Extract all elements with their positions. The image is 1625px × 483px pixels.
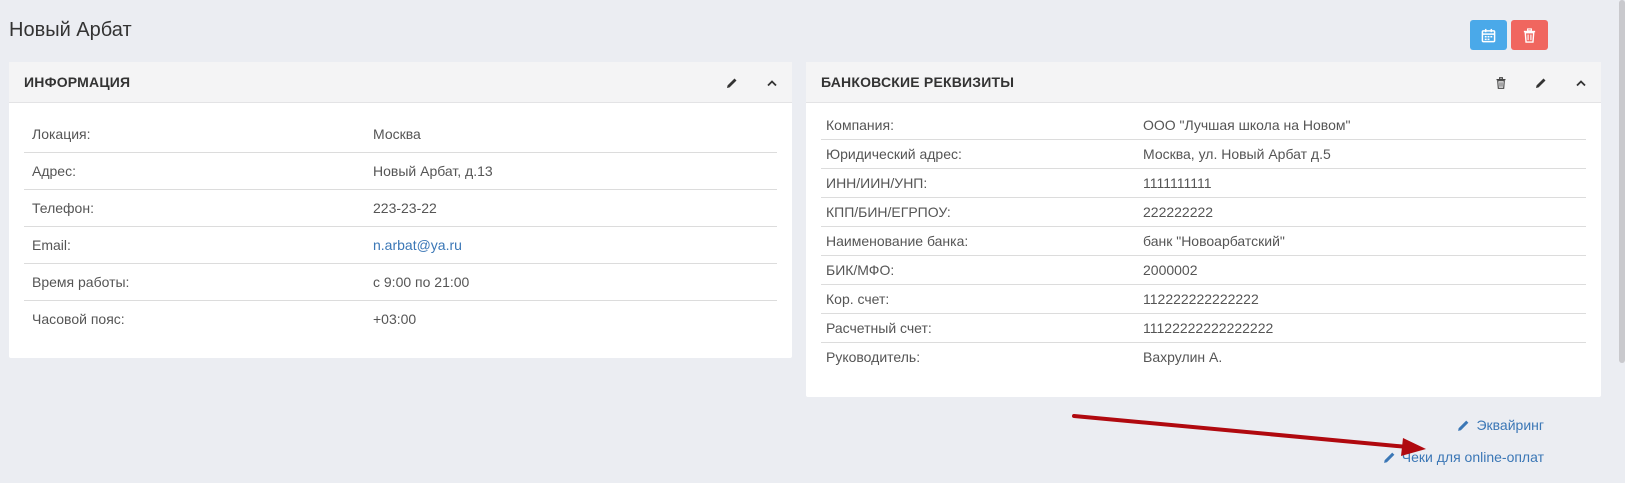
row-label: Юридический адрес: xyxy=(826,146,962,162)
row-label: Локация: xyxy=(32,125,91,142)
online-receipts-link[interactable]: Чеки для online-оплат xyxy=(1383,446,1544,468)
row-label: Наименование банка: xyxy=(826,233,969,249)
bank-row-legal-address: Юридический адрес: Москва, ул. Новый Арб… xyxy=(821,139,1586,168)
info-row-hours: Время работы: с 9:00 по 21:00 xyxy=(24,263,777,300)
page-actions xyxy=(1470,20,1548,50)
row-label: ИНН/ИИН/УНП: xyxy=(826,175,928,191)
calendar-button[interactable] xyxy=(1470,20,1507,50)
row-value: +03:00 xyxy=(373,311,417,327)
bank-row-bik: БИК/МФО: 2000002 xyxy=(821,255,1586,284)
pencil-icon xyxy=(727,78,737,88)
info-row-location: Локация: Москва xyxy=(24,115,777,152)
row-value: Москва xyxy=(373,125,421,142)
info-row-address: Адрес: Новый Арбат, д.13 xyxy=(24,152,777,189)
pencil-icon xyxy=(1383,452,1395,463)
delete-bank-button[interactable] xyxy=(1491,73,1511,93)
email-link[interactable]: n.arbat@ya.ru xyxy=(373,237,462,253)
bank-row-settlement-account: Расчетный счет: 11122222222222222 xyxy=(821,313,1586,342)
row-label: БИК/МФО: xyxy=(826,262,895,278)
row-value: 223-23-22 xyxy=(373,200,437,216)
pencil-icon xyxy=(1536,78,1546,88)
collapse-info-button[interactable] xyxy=(762,73,782,93)
row-value: ООО "Лучшая школа на Новом" xyxy=(1143,116,1351,133)
row-label: Время работы: xyxy=(32,274,130,290)
pencil-icon xyxy=(1458,420,1469,431)
bank-row-director: Руководитель: Вахрулин А. xyxy=(821,342,1586,371)
info-row-timezone: Часовой пояс: +03:00 xyxy=(24,300,777,337)
row-label: КПП/БИН/ЕГРПОУ: xyxy=(826,204,951,220)
row-label: Кор. счет: xyxy=(826,291,890,307)
page-title: Новый Арбат xyxy=(9,19,132,41)
page-scrollbar[interactable] xyxy=(1619,0,1625,363)
row-value: 112222222222222 xyxy=(1143,291,1259,307)
bank-panel-header: БАНКОВСКИЕ РЕКВИЗИТЫ xyxy=(806,62,1601,103)
info-panel-header: ИНФОРМАЦИЯ xyxy=(9,62,792,103)
info-panel: ИНФОРМАЦИЯ Локация: Москва Адрес: Новый … xyxy=(9,62,792,358)
row-value: Москва, ул. Новый Арбат д.5 xyxy=(1143,146,1331,162)
row-value: 1111111111 xyxy=(1143,175,1212,191)
row-label: Адрес: xyxy=(32,163,76,179)
trash-icon xyxy=(1523,27,1536,43)
chevron-up-icon xyxy=(1576,79,1586,86)
bank-panel: БАНКОВСКИЕ РЕКВИЗИТЫ Компания: ООО "Лучш… xyxy=(806,62,1601,397)
row-label: Компания: xyxy=(826,116,894,133)
info-row-email: Email: n.arbat@ya.ru xyxy=(24,226,777,263)
row-value: 222222222 xyxy=(1143,204,1214,220)
acquiring-link-label: Эквайринг xyxy=(1476,417,1544,433)
info-rows: Локация: Москва Адрес: Новый Арбат, д.13… xyxy=(9,103,792,337)
row-label: Руководитель: xyxy=(826,349,921,365)
edit-info-button[interactable] xyxy=(722,73,742,93)
row-label: Email: xyxy=(32,237,71,253)
row-label: Телефон: xyxy=(32,200,94,216)
row-value: банк "Новоарбатский" xyxy=(1143,233,1285,249)
row-value: 11122222222222222 xyxy=(1143,320,1274,336)
collapse-bank-button[interactable] xyxy=(1571,73,1591,93)
row-value: 2000002 xyxy=(1143,262,1198,278)
chevron-up-icon xyxy=(767,79,777,86)
online-receipts-link-label: Чеки для online-оплат xyxy=(1401,449,1544,465)
bank-row-kpp: КПП/БИН/ЕГРПОУ: 222222222 xyxy=(821,197,1586,226)
bottom-links: Эквайринг Чеки для online-оплат xyxy=(1383,414,1544,478)
edit-bank-button[interactable] xyxy=(1531,73,1551,93)
bank-rows: Компания: ООО "Лучшая школа на Новом" Юр… xyxy=(806,103,1601,371)
row-value: с 9:00 по 21:00 xyxy=(373,274,470,290)
bank-panel-title: БАНКОВСКИЕ РЕКВИЗИТЫ xyxy=(821,74,1015,90)
calendar-icon xyxy=(1481,28,1496,42)
trash-icon xyxy=(1496,76,1506,89)
bank-row-company: Компания: ООО "Лучшая школа на Новом" xyxy=(821,110,1586,139)
acquiring-link[interactable]: Эквайринг xyxy=(1383,414,1544,436)
row-label: Часовой пояс: xyxy=(32,311,125,327)
info-panel-title: ИНФОРМАЦИЯ xyxy=(24,74,131,90)
row-label: Расчетный счет: xyxy=(826,320,932,336)
bank-row-correspondent-account: Кор. счет: 112222222222222 xyxy=(821,284,1586,313)
info-row-phone: Телефон: 223-23-22 xyxy=(24,189,777,226)
bank-row-bank-name: Наименование банка: банк "Новоарбатский" xyxy=(821,226,1586,255)
row-value: Вахрулин А. xyxy=(1143,349,1223,365)
bank-row-inn: ИНН/ИИН/УНП: 1111111111 xyxy=(821,168,1586,197)
row-value: Новый Арбат, д.13 xyxy=(373,163,493,179)
delete-button[interactable] xyxy=(1511,20,1548,50)
